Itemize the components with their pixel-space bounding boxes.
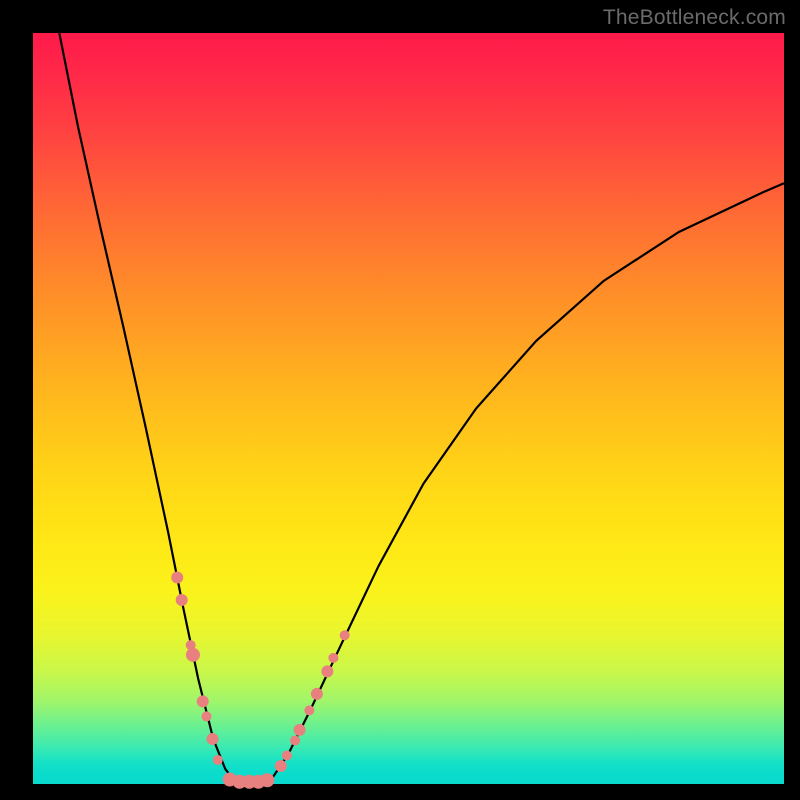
data-dot [321, 665, 333, 677]
chart-svg [33, 33, 784, 784]
data-dot [290, 735, 300, 745]
data-dot [304, 705, 314, 715]
data-dot [328, 653, 338, 663]
data-dot [213, 755, 223, 765]
data-dot [340, 630, 350, 640]
data-dot [311, 688, 323, 700]
data-dot [171, 571, 183, 583]
data-dot [176, 594, 188, 606]
data-dot [206, 733, 218, 745]
watermark-text: TheBottleneck.com [603, 6, 786, 30]
curve-right [266, 183, 784, 782]
chart-area [33, 33, 784, 784]
data-dot [197, 695, 209, 707]
data-dot [186, 648, 200, 662]
data-dot [294, 724, 306, 736]
data-dot [201, 711, 211, 721]
data-dot [260, 773, 274, 787]
data-dot [282, 750, 292, 760]
data-dot [275, 760, 287, 772]
curve-left [59, 33, 238, 782]
